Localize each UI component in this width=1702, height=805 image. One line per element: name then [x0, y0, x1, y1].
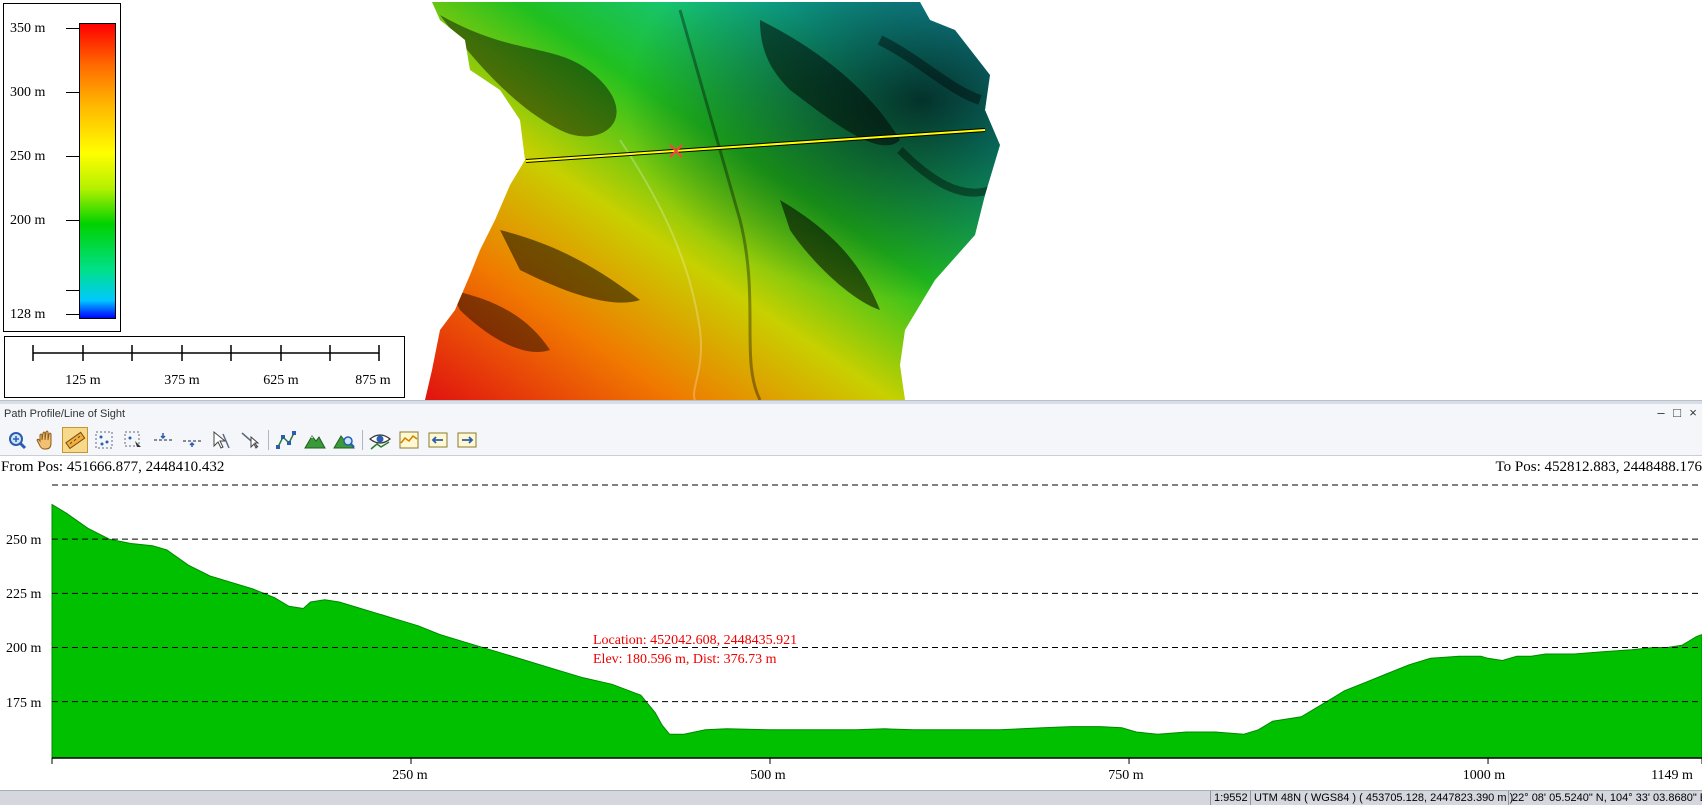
legend-label: 250 m [10, 149, 46, 164]
legend-tick [66, 92, 79, 93]
legend-tick [66, 314, 79, 315]
maximize-button[interactable]: □ [1670, 405, 1684, 420]
panel-title: Path Profile/Line of Sight [4, 408, 126, 420]
legend-tick [66, 28, 79, 29]
pointer-button[interactable] [208, 427, 234, 453]
zoom-button[interactable] [3, 427, 29, 453]
legend-tick [66, 156, 79, 157]
scale-bar: 125 m 375 m 625 m 875 m [4, 336, 405, 398]
zoom-icon [9, 432, 27, 450]
elevation-legend: 350 m 300 m 250 m 200 m 128 m [3, 3, 121, 332]
select-points-icon [95, 431, 113, 449]
x-tick-label: 750 m [1108, 768, 1144, 783]
measure-ruler-icon [65, 431, 86, 450]
cursor-elevation-readout: Elev: 180.596 m, Dist: 376.73 m [593, 652, 777, 667]
pan-button[interactable] [32, 427, 58, 453]
pointer-2-button[interactable] [237, 427, 263, 453]
panel-title-bar: Path Profile/Line of Sight – □ × [0, 404, 1702, 424]
horizontal-line-2-icon [183, 440, 201, 447]
select-area-icon [124, 431, 141, 447]
y-tick-label: 250 m [6, 533, 42, 548]
legend-label: 128 m [10, 307, 46, 322]
map-scale-readout: 1:9552 [1210, 791, 1250, 805]
measure-button[interactable] [62, 427, 88, 453]
x-ticks [51, 758, 1702, 764]
x-tick-label: 1149 m [1651, 768, 1693, 783]
projection-readout: UTM 48N ( WGS84 ) ( 453705.128, 2447823.… [1250, 791, 1513, 805]
profile-toolbar [0, 424, 1702, 456]
x-tick-label: 250 m [392, 768, 428, 783]
pointer-icon [213, 430, 230, 449]
terrain-search-icon [333, 435, 355, 449]
swap-right-button[interactable] [454, 427, 480, 453]
legend-label: 350 m [10, 21, 46, 36]
scale-label: 875 m [355, 373, 391, 388]
map-view[interactable]: 350 m 300 m 250 m 200 m 128 m 125 m 375 … [0, 0, 1702, 400]
y-tick-label: 225 m [6, 587, 42, 602]
horizontal-line-icon [154, 433, 172, 441]
toolbar-separator [268, 430, 269, 450]
legend-label: 200 m [10, 213, 46, 228]
color-ramp [79, 23, 116, 319]
close-button[interactable]: × [1686, 405, 1700, 420]
profile-chart-button[interactable] [396, 427, 422, 453]
pan-hand-icon [36, 430, 52, 450]
profile-area [51, 503, 1702, 759]
line-of-sight-eye-icon [369, 434, 391, 450]
swap-left-button[interactable] [425, 427, 451, 453]
profile-chart-area[interactable]: From Pos: 451666.877, 2448410.432 To Pos… [0, 456, 1702, 790]
legend-tick [66, 220, 79, 221]
terrain-profile-button[interactable] [302, 427, 328, 453]
pointer-2-icon [241, 432, 260, 449]
path-nodes-icon [276, 431, 296, 449]
x-tick-label: 1000 m [1462, 768, 1506, 783]
scale-label: 625 m [263, 373, 299, 388]
legend-label: 300 m [10, 85, 46, 100]
horizontal-line-button[interactable] [150, 427, 176, 453]
terrain-search-button[interactable] [331, 427, 357, 453]
latlon-readout: 22° 08' 05.5240" N, 104° 33' 03.8680" E [1508, 791, 1702, 805]
status-bar: 1:9552 UTM 48N ( WGS84 ) ( 453705.128, 2… [0, 790, 1702, 805]
horizontal-line-2-button[interactable] [179, 427, 205, 453]
minimize-button[interactable]: – [1654, 405, 1668, 420]
swap-right-icon [457, 432, 477, 448]
cursor-location-readout: Location: 452042.608, 2448435.921 [593, 633, 798, 648]
terrain-profile-icon [304, 435, 326, 449]
select-points-button[interactable] [91, 427, 117, 453]
profile-chart-icon [399, 431, 419, 449]
scale-label: 125 m [65, 373, 101, 388]
elevation-profile-plot[interactable] [0, 456, 1702, 766]
legend-tick [66, 290, 79, 291]
x-tick-label: 500 m [750, 768, 786, 783]
y-tick-label: 175 m [6, 696, 42, 711]
y-tick-label: 200 m [6, 641, 42, 656]
select-area-button[interactable] [120, 427, 146, 453]
swap-left-icon [428, 432, 448, 448]
scale-label: 375 m [164, 373, 200, 388]
toolbar-separator [362, 430, 363, 450]
line-of-sight-button[interactable] [367, 427, 393, 453]
path-nodes-button[interactable] [273, 427, 299, 453]
